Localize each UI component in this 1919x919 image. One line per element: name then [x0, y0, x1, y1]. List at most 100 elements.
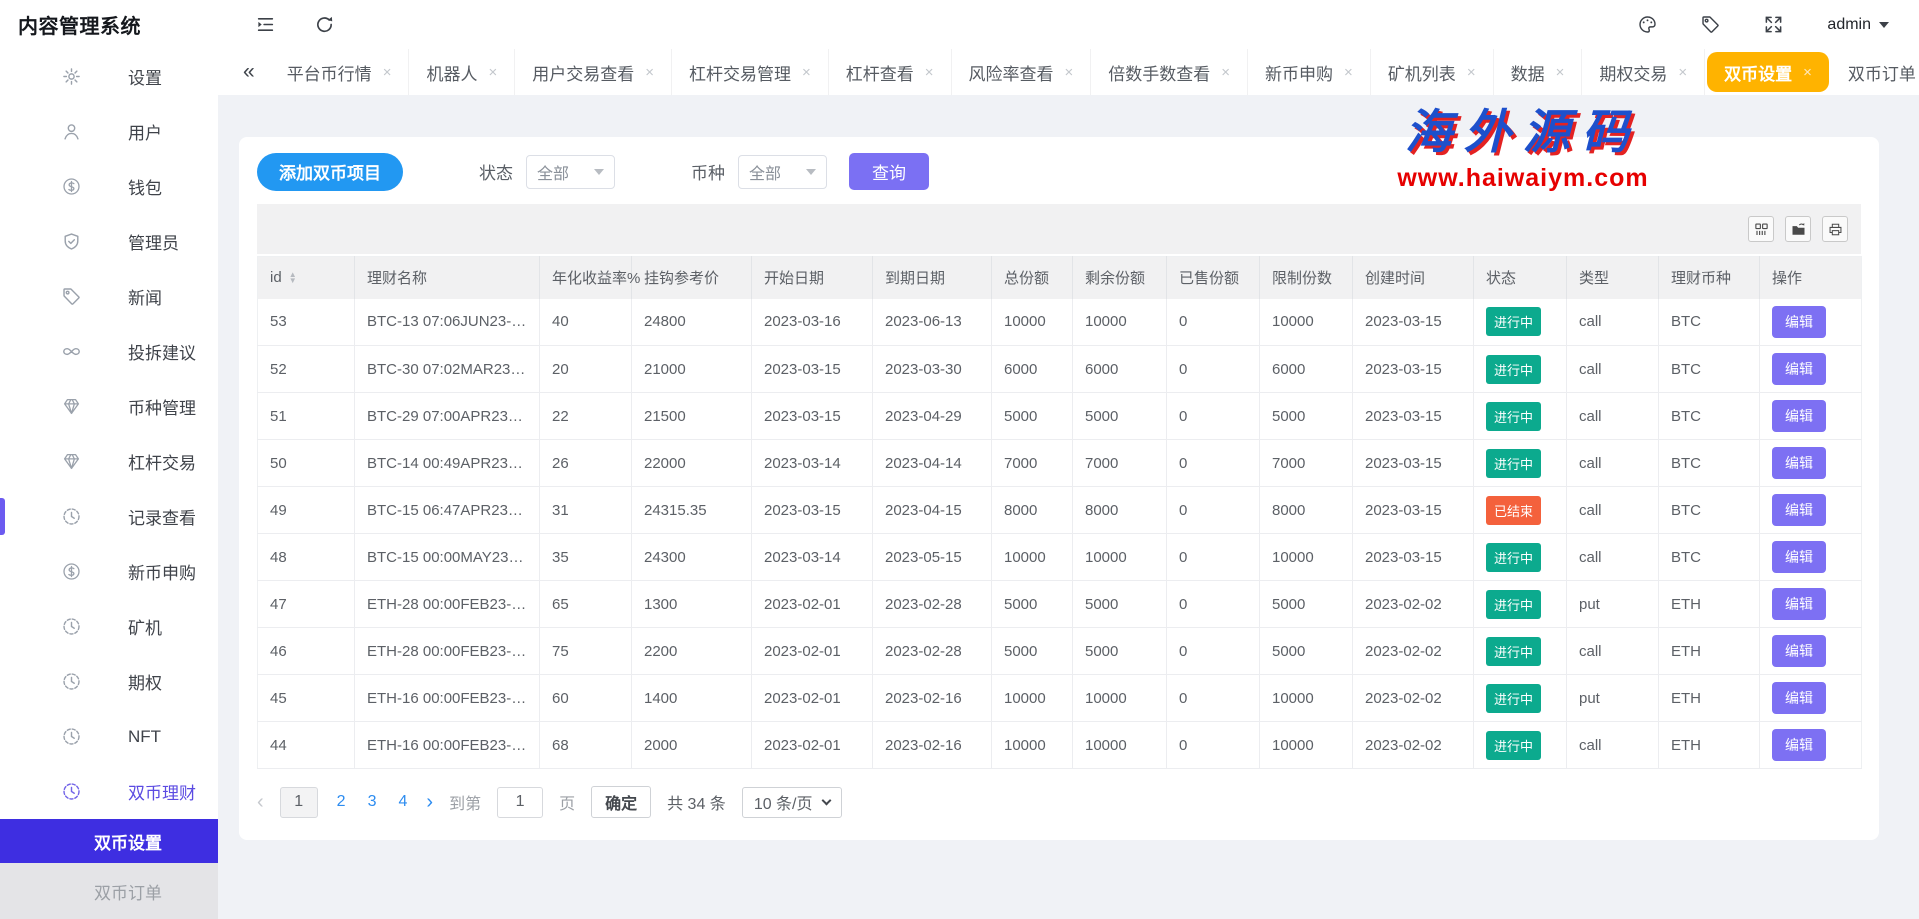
cell-action: 编辑 [1760, 487, 1862, 534]
table-row: 52 BTC-30 07:02MAR23-210... 20 21000 202… [258, 346, 1862, 393]
edit-button[interactable]: 编辑 [1772, 588, 1826, 620]
sidebar-subitem[interactable]: 双币设置 [0, 819, 218, 863]
sidebar-subitem-label: 双币设置 [94, 829, 162, 854]
sidebar-item[interactable]: 新闻 [0, 269, 218, 324]
tab[interactable]: 杠杆交易管理 × [672, 49, 829, 95]
cell-created: 2023-03-15 [1353, 440, 1474, 487]
pagination-next-icon[interactable]: › [426, 791, 433, 814]
sidebar-subitem[interactable]: 双币订单 [0, 863, 218, 919]
sidebar-item[interactable]: 期权 [0, 654, 218, 709]
close-icon[interactable]: × [1221, 64, 1230, 81]
confirm-button[interactable]: 确定 [591, 786, 651, 818]
refresh-icon[interactable] [315, 15, 334, 34]
top-bar: 内容管理系统 admin [0, 0, 1919, 49]
page-size-select[interactable]: 10 条/页 [742, 787, 842, 818]
tab[interactable]: 机器人 × [409, 49, 515, 95]
infinity-icon [62, 342, 84, 361]
theme-palette-icon[interactable] [1638, 15, 1657, 34]
sidebar-item[interactable]: 新币申购 [0, 544, 218, 599]
sort-icon[interactable]: ▲▼ [289, 272, 297, 285]
sidebar-item[interactable]: 双币理财 [0, 764, 218, 819]
sidebar-item[interactable]: 管理员 [0, 214, 218, 269]
sidebar-item[interactable]: 矿机 [0, 599, 218, 654]
sidebar-item[interactable]: 钱包 [0, 159, 218, 214]
tab[interactable]: 风险率查看 × [952, 49, 1092, 95]
cell-end-date: 2023-04-29 [873, 393, 992, 440]
sidebar-item[interactable]: 杠杆交易 [0, 434, 218, 489]
tag-icon[interactable] [1701, 15, 1720, 34]
cell-name: ETH-28 00:00FEB23-2200-C [355, 628, 540, 675]
close-icon[interactable]: × [925, 64, 934, 81]
pagination-page[interactable]: 2 [334, 793, 349, 811]
tab[interactable]: 双币设置 × [1707, 52, 1829, 92]
sidebar-item[interactable]: NFT [0, 709, 218, 764]
close-icon[interactable]: × [383, 64, 392, 81]
pagination-page[interactable]: 3 [365, 793, 380, 811]
products-table: id▲▼ 理财名称▲▼ 年化收益率%▲▼ 挂钩参考价▲▼ 开始日期▲▼ 到期日期… [257, 256, 1862, 769]
edit-button[interactable]: 编辑 [1772, 353, 1826, 385]
cell-ref-price: 22000 [632, 440, 752, 487]
tab[interactable]: 双币订单 × [1831, 49, 1919, 95]
cell-start-date: 2023-02-01 [752, 675, 873, 722]
edit-button[interactable]: 编辑 [1772, 541, 1826, 573]
status-badge: 进行中 [1486, 402, 1541, 431]
status-badge: 进行中 [1486, 731, 1541, 760]
close-icon[interactable]: × [1803, 64, 1812, 81]
close-icon[interactable]: × [802, 64, 811, 81]
edit-button[interactable]: 编辑 [1772, 729, 1826, 761]
tab[interactable]: 倍数手数查看 × [1091, 49, 1248, 95]
status-badge: 已结束 [1486, 496, 1541, 525]
goto-page-input[interactable] [497, 787, 543, 818]
cell-rate: 75 [540, 628, 632, 675]
sidebar-item[interactable]: 投拆建议 [0, 324, 218, 379]
edit-button[interactable]: 编辑 [1772, 400, 1826, 432]
tab-label: 平台币行情 [287, 60, 372, 85]
print-icon[interactable] [1822, 216, 1848, 242]
close-icon[interactable]: × [1556, 64, 1565, 81]
add-dual-currency-button[interactable]: 添加双币项目 [257, 153, 403, 191]
cell-name: BTC-15 00:00MAY23-2430... [355, 534, 540, 581]
edit-button[interactable]: 编辑 [1772, 635, 1826, 667]
fullscreen-icon[interactable] [1764, 15, 1783, 34]
tab[interactable]: 矿机列表 × [1371, 49, 1494, 95]
close-icon[interactable]: × [1467, 64, 1476, 81]
clock-icon [62, 727, 84, 746]
sidebar-item[interactable]: 币种管理 [0, 379, 218, 434]
close-icon[interactable]: × [645, 64, 654, 81]
tab[interactable]: 平台币行情 × [270, 49, 410, 95]
status-select[interactable]: 全部 [526, 155, 615, 189]
tab[interactable]: 期权交易 × [1582, 49, 1705, 95]
edit-button[interactable]: 编辑 [1772, 306, 1826, 338]
export-icon[interactable] [1785, 216, 1811, 242]
collapse-sidebar-icon[interactable] [256, 15, 275, 34]
cell-total: 10000 [992, 675, 1073, 722]
close-icon[interactable]: × [1344, 64, 1353, 81]
cell-total: 5000 [992, 628, 1073, 675]
query-button[interactable]: 查询 [849, 153, 929, 190]
tab[interactable]: 数据 × [1494, 49, 1583, 95]
columns-icon[interactable] [1748, 216, 1774, 242]
pagination-prev-icon[interactable]: ‹ [257, 791, 264, 814]
edit-button[interactable]: 编辑 [1772, 447, 1826, 479]
sidebar-item[interactable]: 用户 [0, 104, 218, 159]
sidebar-item[interactable]: 设置 [0, 49, 218, 104]
cell-action: 编辑 [1760, 675, 1862, 722]
tab[interactable]: 用户交易查看 × [515, 49, 672, 95]
status-badge: 进行中 [1486, 543, 1541, 572]
pagination-page[interactable]: 1 [280, 787, 318, 818]
close-icon[interactable]: × [488, 64, 497, 81]
pagination-page[interactable]: 4 [395, 793, 410, 811]
admin-menu[interactable]: admin [1827, 16, 1889, 34]
cell-ref-price: 2200 [632, 628, 752, 675]
close-icon[interactable]: × [1678, 64, 1687, 81]
tab[interactable]: 新币申购 × [1248, 49, 1371, 95]
cell-created: 2023-03-15 [1353, 487, 1474, 534]
cell-status: 进行中 [1474, 581, 1567, 628]
coin-select[interactable]: 全部 [738, 155, 827, 189]
sidebar-item[interactable]: 记录查看 [0, 489, 218, 544]
edit-button[interactable]: 编辑 [1772, 494, 1826, 526]
tab[interactable]: 杠杆查看 × [829, 49, 952, 95]
close-icon[interactable]: × [1065, 64, 1074, 81]
tabs-scroll-left-icon[interactable]: « [228, 60, 270, 84]
edit-button[interactable]: 编辑 [1772, 682, 1826, 714]
